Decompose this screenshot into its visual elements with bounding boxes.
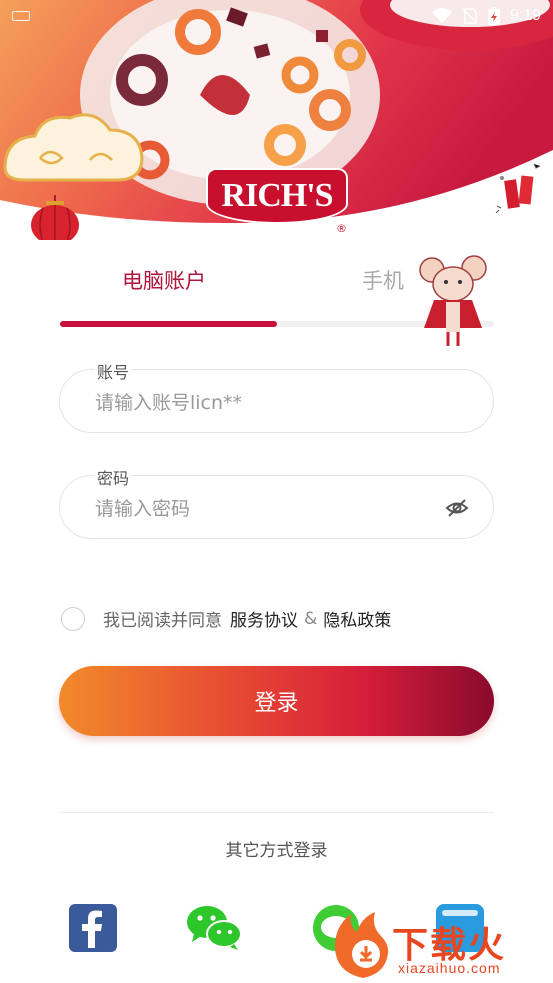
account-placeholder: 请输入账号licn**: [95, 391, 243, 414]
login-button[interactable]: 登录: [59, 666, 494, 736]
service-agreement-link[interactable]: 服务协议: [230, 606, 298, 631]
wechat-icon[interactable]: [186, 904, 242, 950]
tab-pc-account[interactable]: 电脑账户: [122, 265, 206, 295]
logo-text: RICH'S: [221, 177, 333, 214]
battery-charging-icon: [487, 7, 500, 25]
status-time: 9:19: [509, 7, 541, 24]
keyboard-icon: [12, 11, 30, 21]
no-sim-icon: [462, 8, 478, 24]
cloud-decoration-icon: [3, 113, 144, 182]
privacy-policy-link[interactable]: 隐私政策: [323, 606, 391, 631]
divider: [59, 812, 494, 813]
watermark-fire-logo: [335, 912, 389, 978]
status-bar: 9:19: [0, 0, 553, 32]
header-banner: 9:19 RICH'S ®: [0, 0, 553, 240]
registered-mark: ®: [336, 222, 347, 235]
wifi-icon: [431, 8, 452, 23]
other-login-label: 其它方式登录: [225, 841, 328, 861]
mouse-mascot-icon: [419, 255, 487, 346]
tab-phone[interactable]: 手机: [362, 265, 404, 295]
password-label: 密码: [95, 465, 132, 489]
agreement-ampersand: &: [304, 608, 318, 629]
agreement-row: 我已阅读并同意 服务协议 & 隐私政策: [61, 606, 391, 631]
eye-hidden-icon[interactable]: [445, 496, 469, 520]
facebook-icon[interactable]: [69, 904, 117, 952]
firecracker-icon: [495, 163, 541, 214]
watermark-url: xiazaihuo.com: [398, 960, 501, 976]
account-label: 账号: [95, 359, 132, 383]
agreement-text: 我已阅读并同意: [103, 611, 222, 631]
password-placeholder: 请输入密码: [95, 497, 191, 520]
tab-active-indicator: [60, 321, 277, 327]
agreement-radio[interactable]: [61, 606, 85, 631]
lantern-icon: [31, 195, 79, 240]
riches-logo: RICH'S: [206, 168, 348, 224]
